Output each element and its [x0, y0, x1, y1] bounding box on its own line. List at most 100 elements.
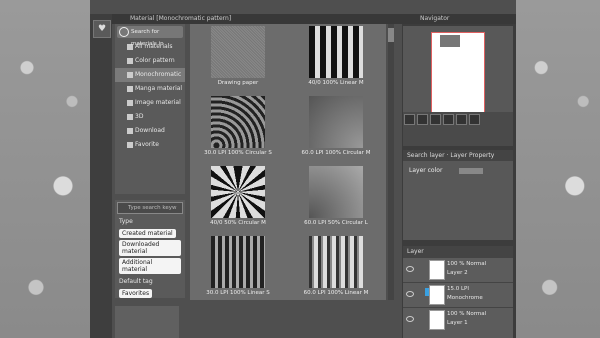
- layer-blend: 100 % Normal: [447, 311, 487, 317]
- tag-additional-material[interactable]: Additional material: [119, 258, 181, 274]
- tool-heart-icon[interactable]: ♥: [93, 20, 111, 38]
- tag-search-placeholder: Type search keyw: [128, 205, 177, 211]
- layer-thumbnail: [429, 285, 445, 305]
- canvas-thumb: [440, 35, 460, 47]
- eye-icon[interactable]: [406, 316, 414, 322]
- layer-row[interactable]: 15.0 LPI Monochrome: [403, 282, 513, 307]
- material-item[interactable]: 60.0 LPI 100% Circular M: [288, 96, 384, 164]
- material-caption: 60.0 LPI 100% Circular M: [301, 150, 371, 156]
- layer-row[interactable]: 100 % Normal Layer 1: [403, 307, 513, 332]
- material-panel-title: Material [Monochromatic pattern]: [130, 15, 232, 22]
- tag-favorites[interactable]: Favorites: [119, 289, 153, 298]
- tree-item-favorite[interactable]: Favorite: [115, 138, 185, 152]
- default-tag-label: Default tag: [119, 278, 153, 285]
- preview-area: [115, 306, 179, 338]
- app-window: ♥ Material [Monochromatic pattern] Searc…: [90, 0, 516, 338]
- material-item[interactable]: 30.0 LPI 100% Circular S: [190, 96, 286, 164]
- fit-icon[interactable]: [430, 114, 441, 125]
- layer-color-label: Layer color: [409, 167, 443, 174]
- layer-blend: 100 % Normal: [447, 261, 487, 267]
- material-caption: 30.0 LPI 100% Linear S: [206, 290, 270, 296]
- tree-item-label: Manga material: [135, 85, 183, 92]
- layer-name: Monochrome: [447, 295, 483, 301]
- material-caption: 30.0 LPI 100% Circular S: [204, 150, 272, 156]
- material-search-input[interactable]: Search for materials in: [117, 26, 183, 47]
- zoom-in-icon[interactable]: [417, 114, 428, 125]
- eye-icon[interactable]: [406, 266, 414, 272]
- flip-icon[interactable]: [456, 114, 467, 125]
- canvas-preview: [431, 32, 485, 114]
- layer-blend: 15.0 LPI: [447, 286, 469, 292]
- material-caption: 60.0 LPI 100% Linear M: [303, 290, 369, 296]
- material-caption: 60.0 LPI 50% Circular L: [304, 220, 368, 226]
- material-thumbnail: [211, 166, 265, 218]
- material-caption: 40/0 50% Circular M: [210, 220, 266, 226]
- layer-name: Layer 1: [447, 320, 468, 326]
- material-thumbnail: [211, 236, 265, 288]
- material-thumbnail: [211, 96, 265, 148]
- material-search-placeholder: Search for materials in: [131, 29, 164, 47]
- tree-item-monochromatic[interactable]: Monochromatic: [115, 68, 185, 82]
- layer-color-swatch[interactable]: [459, 168, 483, 174]
- material-tree: Search for materials in All materials Co…: [115, 24, 185, 194]
- tab-layer-property[interactable]: Layer Property: [450, 152, 494, 159]
- material-item[interactable]: 30.0 LPI 100% Linear S: [190, 236, 286, 304]
- tree-item-label: Download: [135, 127, 165, 134]
- search-icon: [119, 27, 129, 37]
- tab-search-layer[interactable]: Search layer: [407, 152, 445, 159]
- material-caption: Drawing paper: [217, 80, 259, 86]
- material-item[interactable]: 40/0 100% Linear M: [288, 26, 384, 94]
- material-thumbnail: [309, 96, 363, 148]
- tree-item-manga-material[interactable]: Manga material: [115, 82, 185, 96]
- material-thumbnail: [211, 26, 265, 78]
- navigator-header: Navigator: [402, 14, 516, 24]
- layer-thumbnail: [429, 310, 445, 330]
- material-thumbnail: [309, 166, 363, 218]
- pattern-icon: [127, 71, 133, 78]
- material-thumbnail: [309, 236, 363, 288]
- tag-panel: Type search keyw Type Created material D…: [115, 200, 185, 298]
- scrollbar-thumb[interactable]: [388, 28, 394, 42]
- tree-item-3d[interactable]: 3D: [115, 110, 185, 124]
- tag-downloaded-material[interactable]: Downloaded material: [119, 240, 181, 256]
- material-item[interactable]: 60.0 LPI 50% Circular L: [288, 166, 384, 234]
- material-grid: Drawing paper 40/0 100% Linear M 30.0 LP…: [190, 24, 386, 300]
- right-column: Navigator Search layer · Layer Property …: [402, 14, 516, 338]
- background-left: [0, 0, 90, 338]
- tag-created-material[interactable]: Created material: [119, 229, 176, 238]
- image-icon: [127, 85, 133, 92]
- layer-property-tabs[interactable]: Search layer · Layer Property: [403, 150, 513, 161]
- layer-property-panel: Search layer · Layer Property Layer colo…: [403, 150, 513, 240]
- reset-icon[interactable]: [469, 114, 480, 125]
- layer-row[interactable]: 100 % Normal Layer 2: [403, 257, 513, 282]
- material-item[interactable]: Drawing paper: [190, 26, 286, 94]
- tree-item-label: Image material: [135, 99, 181, 106]
- pattern-icon: [127, 57, 133, 64]
- material-panel-header: Material [Monochromatic pattern]: [112, 14, 418, 24]
- rotate-icon[interactable]: [443, 114, 454, 125]
- tree-item-download[interactable]: Download: [115, 124, 185, 138]
- tree-item-image-material[interactable]: Image material: [115, 96, 185, 110]
- material-scrollbar[interactable]: [388, 24, 394, 300]
- material-thumbnail: [309, 26, 363, 78]
- type-label: Type: [119, 218, 133, 225]
- zoom-out-icon[interactable]: [404, 114, 415, 125]
- tree-item-label: Color pattern: [135, 57, 175, 64]
- heart-icon: [127, 141, 133, 148]
- material-caption: 40/0 100% Linear M: [308, 80, 364, 86]
- tag-search-input[interactable]: Type search keyw: [117, 202, 183, 214]
- material-item[interactable]: 60.0 LPI 100% Linear M: [288, 236, 384, 304]
- material-item[interactable]: 40/0 50% Circular M: [190, 166, 286, 234]
- cube-icon: [127, 113, 133, 120]
- layer-tab[interactable]: Layer: [403, 246, 513, 257]
- layer-thumbnail: [429, 260, 445, 280]
- tree-item-label: Favorite: [135, 141, 159, 148]
- tree-item-label: Monochromatic: [135, 71, 182, 78]
- navigator-title: Navigator: [420, 15, 450, 22]
- layer-panel: Layer 100 % Normal Layer 2 15.0 LPI Monoch…: [403, 246, 513, 338]
- eye-icon[interactable]: [406, 291, 414, 297]
- navigator-view[interactable]: [403, 26, 513, 122]
- layer-name: Layer 2: [447, 270, 468, 276]
- tree-item-color-pattern[interactable]: Color pattern: [115, 54, 185, 68]
- tree-item-label: 3D: [135, 113, 144, 120]
